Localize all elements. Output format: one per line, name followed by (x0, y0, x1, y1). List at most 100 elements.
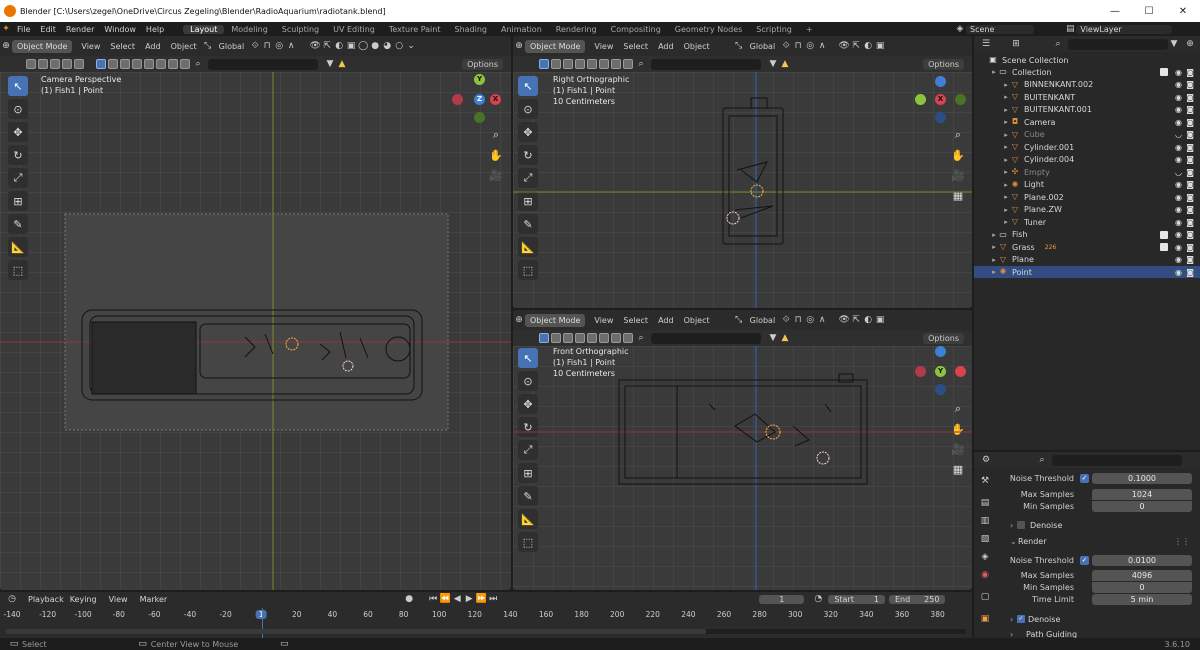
render-camera-icon[interactable]: ◙ (1186, 193, 1194, 202)
view-menu[interactable]: View (76, 42, 105, 51)
drag-handle-icon[interactable]: ⋮⋮ (1174, 537, 1190, 546)
filter-icon[interactable] (539, 59, 549, 69)
visibility-eye-icon[interactable]: ◡ (1175, 130, 1182, 139)
filter-funnel-icon[interactable]: ▼ (1168, 38, 1180, 50)
scene-icon[interactable]: ◈ (954, 23, 966, 35)
view-menu[interactable]: View (589, 316, 618, 325)
mode-selector[interactable]: Object Mode (525, 39, 586, 53)
outliner-item-binnenkant-002[interactable]: ▸ ▽ BINNENKANT.002 ◉ ◙ (974, 79, 1200, 91)
pivot-icon[interactable]: ⟐ (780, 314, 792, 326)
expand-arrow-icon[interactable]: ▸ (990, 256, 998, 264)
filter-icon[interactable] (108, 59, 118, 69)
outliner-item-plane-zw[interactable]: ▸ ▽ Plane.ZW ◉ ◙ (974, 204, 1200, 216)
menu-edit[interactable]: Edit (35, 25, 61, 34)
max-samples-field[interactable]: 4096 (1092, 569, 1192, 581)
outliner-scene-collection[interactable]: ▣ Scene Collection (974, 54, 1200, 66)
expand-arrow-icon[interactable]: ▸ (1002, 143, 1010, 151)
scrollbar-thumb[interactable] (6, 629, 706, 634)
editor-type-icon[interactable]: ⊕ (0, 40, 12, 52)
select-menu[interactable]: Select (618, 316, 653, 325)
expand-arrow-icon[interactable]: ▸ (1002, 131, 1010, 139)
editor-type-icon[interactable]: ☰ (980, 38, 992, 50)
render-camera-icon[interactable]: ◙ (1186, 130, 1194, 139)
select-mode-icon[interactable] (74, 59, 84, 69)
render-subpanel[interactable]: ⌄ Render ⋮⋮ (974, 535, 1200, 547)
select-mode-icon[interactable] (50, 59, 60, 69)
search-input[interactable] (651, 58, 761, 70)
visibility-eye-icon[interactable]: ◉ (1175, 218, 1182, 227)
proportional-edit-icon[interactable]: ◎ (804, 40, 816, 52)
render-camera-icon[interactable]: ◙ (1186, 105, 1194, 114)
viewport-right[interactable]: ⊕ Object Mode View Select Add Object ⤡ G… (513, 36, 972, 308)
viewport-front[interactable]: ⊕ Object Mode View Select Add Object ⤡ G… (513, 310, 972, 590)
overlay-icon[interactable]: ◐ (333, 40, 345, 52)
filter-icon[interactable] (563, 59, 573, 69)
outliner-item-plane[interactable]: ▸ ▽ Plane ◉ ◙ (974, 254, 1200, 266)
outliner-item-fish[interactable]: ▸ ▭ Fish ◉ ◙ (974, 229, 1200, 241)
falloff-icon[interactable]: ∧ (285, 40, 297, 52)
viewport-camera[interactable]: ⊕ Object Mode View Select Add Object ⤡ G… (0, 36, 511, 590)
snap-icon[interactable]: ⊓ (792, 314, 804, 326)
filter-icon[interactable] (563, 333, 573, 343)
expand-arrow-icon[interactable]: ▸ (990, 68, 998, 76)
select-menu[interactable]: Select (105, 42, 140, 51)
expand-arrow-icon[interactable]: ▸ (1002, 206, 1010, 214)
tab-uv-editing[interactable]: UV Editing (326, 25, 382, 34)
tab-shading[interactable]: Shading (447, 25, 494, 34)
pivot-icon[interactable]: ⟐ (780, 40, 792, 52)
render-camera-icon[interactable]: ◙ (1186, 255, 1194, 264)
snap-icon[interactable]: ⊓ (792, 40, 804, 52)
render-camera-icon[interactable]: ◙ (1186, 155, 1194, 164)
material-shading-icon[interactable]: ◕ (381, 40, 393, 52)
filter-icon[interactable] (575, 59, 585, 69)
filter-icon[interactable] (611, 59, 621, 69)
add-menu[interactable]: Add (140, 42, 166, 51)
expand-arrow-icon[interactable]: ▸ (1002, 106, 1010, 114)
expand-arrow-icon[interactable]: ▸ (1002, 118, 1010, 126)
visibility-eye-icon[interactable]: ◡ (1175, 168, 1182, 177)
denoise-checkbox[interactable] (1017, 521, 1025, 529)
orientation-selector[interactable]: Global (745, 42, 781, 51)
filter-icon[interactable] (599, 333, 609, 343)
pivot-icon[interactable]: ⟐ (249, 40, 261, 52)
exclude-checkbox[interactable] (1160, 243, 1168, 251)
render-camera-icon[interactable]: ◙ (1186, 243, 1194, 252)
shading-options-icon[interactable]: ⌄ (405, 40, 417, 52)
tab-layout[interactable]: Layout (183, 24, 225, 34)
expand-arrow-icon[interactable]: ▸ (990, 268, 998, 276)
visibility-icon[interactable]: 👁 (838, 314, 850, 326)
transform-orientation-icon[interactable]: ⤡ (733, 40, 745, 52)
expand-arrow-icon[interactable]: ▸ (1002, 181, 1010, 189)
xray-icon[interactable]: ▣ (345, 40, 357, 52)
noise-threshold-field[interactable]: 0.1000 (1092, 472, 1192, 484)
menu-file[interactable]: File (12, 25, 35, 34)
editor-type-icon[interactable]: ⚙ (980, 454, 992, 466)
tab-geometry-nodes[interactable]: Geometry Nodes (668, 25, 749, 34)
outliner-item-buitenkant-001[interactable]: ▸ ▽ BUITENKANT.001 ◉ ◙ (974, 104, 1200, 116)
maximize-button[interactable]: ☐ (1132, 6, 1166, 17)
menu-help[interactable]: Help (141, 25, 169, 34)
proportional-edit-icon[interactable]: ◎ (804, 314, 816, 326)
tab-sculpting[interactable]: Sculpting (275, 25, 326, 34)
filter-icon[interactable] (132, 59, 142, 69)
outliner-item-plane-002[interactable]: ▸ ▽ Plane.002 ◉ ◙ (974, 191, 1200, 203)
render-camera-icon[interactable]: ◙ (1186, 118, 1194, 127)
solid-shading-icon[interactable]: ● (369, 40, 381, 52)
expand-arrow-icon[interactable]: ▸ (990, 243, 998, 251)
outliner-search-input[interactable] (1068, 38, 1168, 50)
options-button[interactable]: Options (923, 332, 964, 344)
expand-arrow-icon[interactable]: ▸ (990, 231, 998, 239)
expand-arrow-icon[interactable]: ▸ (1002, 193, 1010, 201)
rendered-shading-icon[interactable]: ○ (393, 40, 405, 52)
min-samples-field[interactable]: 0 (1092, 500, 1192, 512)
outliner-item-cylinder-001[interactable]: ▸ ▽ Cylinder.001 ◉ ◙ (974, 141, 1200, 153)
exclude-checkbox[interactable] (1160, 230, 1168, 239)
expand-arrow-icon[interactable]: ▸ (1002, 93, 1010, 101)
visibility-eye-icon[interactable]: ◉ (1175, 68, 1182, 77)
filter-funnel-icon[interactable]: ▼ (767, 332, 779, 344)
render-camera-icon[interactable]: ◙ (1186, 143, 1194, 152)
xray-icon[interactable]: ▣ (874, 40, 886, 52)
filter-icon[interactable] (587, 59, 597, 69)
filter-icon[interactable] (96, 59, 106, 69)
snap-icon[interactable]: ⊓ (261, 40, 273, 52)
